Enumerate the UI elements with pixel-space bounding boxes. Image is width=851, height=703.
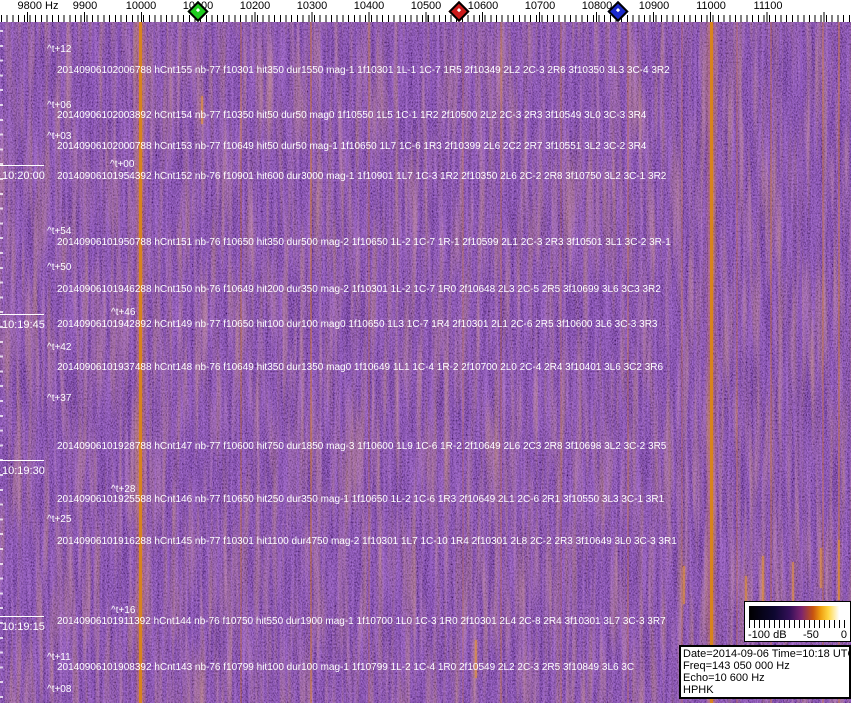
freq-tick-label: 10400 — [354, 0, 385, 12]
spectrogram-app: 9800 Hz990010000101001020010300104001050… — [0, 0, 851, 703]
time-offset-tag: ^t+12 — [47, 44, 71, 55]
detection-line: 20140906101911392 hCnt144 nb-76 f10750 h… — [57, 616, 666, 627]
detection-line: 20140906102006788 hCnt155 nb-77 f10301 h… — [57, 65, 670, 76]
marker-center-dot — [196, 8, 200, 12]
time-minor-ticks — [0, 30, 3, 703]
detection-line: 20140906101925588 hCnt146 nb-77 f10650 h… — [57, 494, 664, 505]
time-tick-line — [0, 460, 44, 461]
colorbar-label-min: -100 dB — [748, 629, 787, 641]
info-box: Date=2014-09-06 Time=10:18 UTCFreq=143 0… — [679, 645, 851, 699]
detection-line: 20140906101908392 hCnt143 nb-76 f10799 h… — [57, 662, 634, 673]
freq-tick-label: 10200 — [240, 0, 271, 12]
info-line: Echo=10 600 Hz — [683, 672, 847, 684]
detection-line: 20140906102000788 hCnt153 nb-77 f10649 h… — [57, 141, 646, 152]
time-offset-tag: ^t+37 — [47, 393, 71, 404]
time-label: 10:19:30 — [2, 465, 45, 477]
info-line: Date=2014-09-06 Time=10:18 UTC — [683, 648, 847, 660]
detection-line: 20140906101928788 hCnt147 nb-77 f10600 h… — [57, 441, 666, 452]
freq-tick-label: 9800 Hz — [18, 0, 59, 12]
carrier-line — [710, 22, 713, 703]
colorbar-label-mid: -50 — [803, 629, 819, 641]
colorbar-labels: -100 dB -50 0 — [747, 628, 848, 641]
freq-tick-label: 11100 — [754, 0, 783, 12]
detection-line: 20140906101937488 hCnt148 nb-76 f10649 h… — [57, 362, 663, 373]
ruler-major-ticks — [27, 12, 851, 22]
detection-line: 20140906101916288 hCnt145 nb-77 f10301 h… — [57, 536, 677, 547]
echo-dash — [762, 556, 764, 604]
time-tick-line — [0, 616, 44, 617]
info-line: HPHK — [683, 684, 847, 696]
colorbar-label-max: 0 — [841, 629, 847, 641]
detection-line: 20140906101954392 hCnt152 nb-76 f10901 h… — [57, 171, 666, 182]
faint-spectral-line — [736, 22, 738, 703]
colorbar-gradient — [749, 606, 846, 620]
time-offset-tag: ^t+50 — [47, 262, 71, 273]
time-offset-tag: ^t+00 — [110, 159, 134, 170]
echo-dash — [820, 548, 822, 588]
freq-tick-label: 10300 — [297, 0, 328, 12]
freq-tick-label: 10000 — [126, 0, 157, 12]
colorbar-ticks — [749, 620, 846, 628]
info-line: Freq=143 050 000 Hz — [683, 660, 847, 672]
time-label: 10:19:15 — [2, 621, 45, 633]
freq-tick-label: 9900 — [73, 0, 97, 12]
time-offset-tag: ^t+25 — [47, 514, 71, 525]
time-offset-tag: ^t+42 — [47, 342, 71, 353]
freq-tick-label: 10500 — [411, 0, 442, 12]
time-label: 10:20:00 — [2, 170, 45, 182]
detection-line: 20140906101942892 hCnt149 nb-77 f10650 h… — [57, 319, 657, 330]
echo-dash — [683, 566, 685, 604]
freq-tick-label: 11000 — [696, 0, 726, 12]
marker-center-dot — [457, 8, 461, 12]
detection-line: 20140906101946288 hCnt150 nb-76 f10649 h… — [57, 284, 661, 295]
frequency-ruler: 9800 Hz990010000101001020010300104001050… — [0, 0, 851, 22]
freq-tick-label: 10600 — [468, 0, 499, 12]
echo-dash — [745, 576, 747, 604]
freq-tick-label: 10700 — [525, 0, 556, 12]
time-offset-tag: ^t+46 — [111, 307, 135, 318]
time-tick-line — [0, 165, 44, 166]
time-offset-tag: ^t+54 — [47, 226, 71, 237]
marker-center-dot — [616, 8, 620, 12]
time-offset-tag: ^t+08 — [47, 684, 71, 695]
time-tick-line — [0, 314, 44, 315]
time-label: 10:19:45 — [2, 319, 45, 331]
detection-line: 20140906102003892 hCnt154 nb-77 f10350 h… — [57, 110, 646, 121]
colorbar: -100 dB -50 0 — [744, 601, 851, 642]
time-offset-tag: ^t+16 — [111, 605, 135, 616]
echo-dash — [838, 540, 840, 600]
detection-line: 20140906101950788 hCnt151 nb-76 f10650 h… — [57, 237, 671, 248]
freq-tick-label: 10900 — [639, 0, 670, 12]
